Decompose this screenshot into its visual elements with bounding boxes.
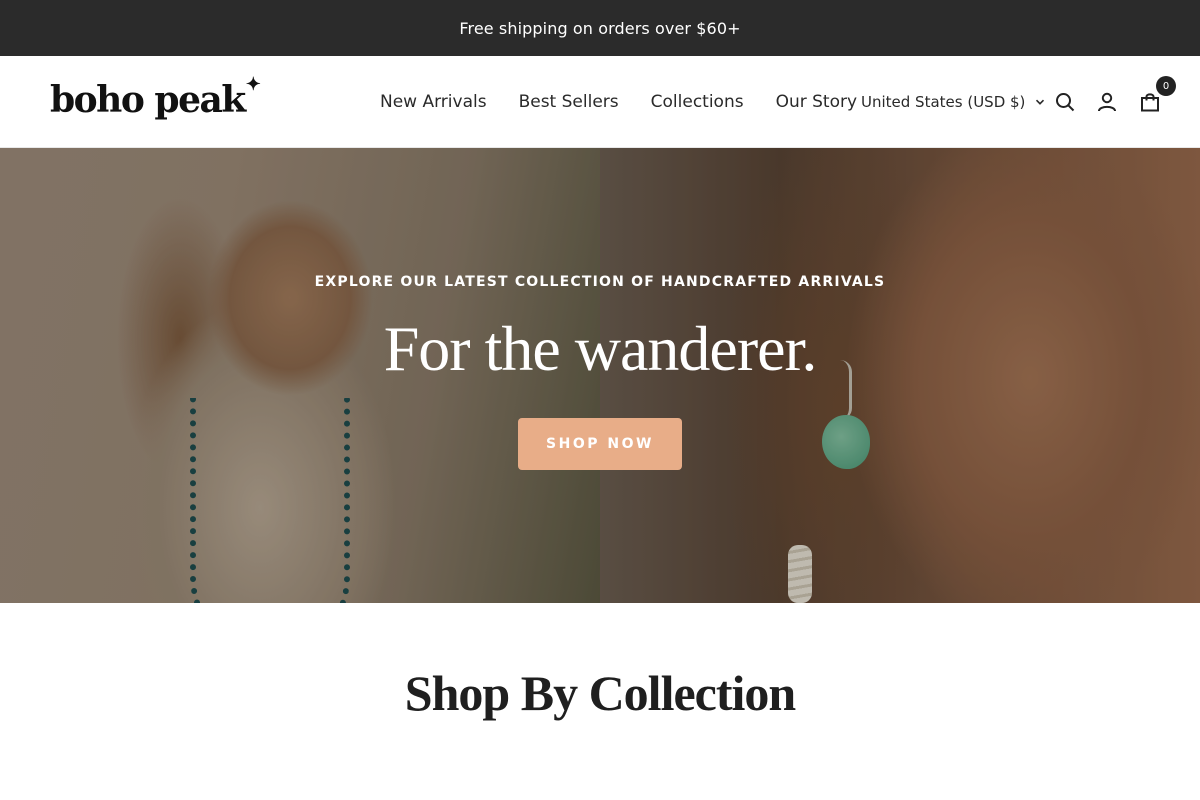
header-icons: 0	[1053, 56, 1176, 148]
hero-banner: EXPLORE OUR LATEST COLLECTION OF HANDCRA…	[0, 148, 1200, 603]
chevron-down-icon	[1036, 99, 1045, 105]
section-heading: Shop By Collection	[404, 665, 796, 721]
logo-text: boho peak	[50, 79, 246, 121]
nav-item-our-story[interactable]: Our Story	[776, 92, 857, 112]
currency-label: United States (USD $)	[861, 93, 1026, 111]
cart-icon	[1141, 93, 1159, 112]
cart-count-badge: 0	[1156, 76, 1176, 96]
site-header: boho peak ✦ New Arrivals Best Sellers Co…	[0, 56, 1200, 148]
currency-selector[interactable]: United States (USD $)	[861, 56, 1045, 148]
hero-eyebrow: EXPLORE OUR LATEST COLLECTION OF HANDCRA…	[314, 274, 886, 290]
nav-item-collections[interactable]: Collections	[651, 92, 744, 112]
nav-item-new-arrivals[interactable]: New Arrivals	[380, 92, 487, 112]
sparkle-icon: ✦	[245, 74, 261, 95]
hero-title: For the wanderer.	[383, 313, 818, 384]
hero-content: EXPLORE OUR LATEST COLLECTION OF HANDCRA…	[0, 148, 1200, 603]
main-nav: New Arrivals Best Sellers Collections Ou…	[380, 56, 857, 148]
announcement-bar: Free shipping on orders over $60+	[0, 0, 1200, 56]
logo[interactable]: boho peak ✦	[50, 74, 261, 126]
nav-item-best-sellers[interactable]: Best Sellers	[519, 92, 619, 112]
announcement-text: Free shipping on orders over $60+	[459, 18, 741, 38]
search-button[interactable]	[1053, 90, 1077, 114]
account-icon	[1098, 92, 1116, 112]
shop-now-button[interactable]: SHOP NOW	[518, 418, 682, 470]
search-icon	[1056, 93, 1075, 112]
cart-button[interactable]: 0	[1138, 76, 1176, 114]
account-button[interactable]	[1095, 90, 1119, 114]
